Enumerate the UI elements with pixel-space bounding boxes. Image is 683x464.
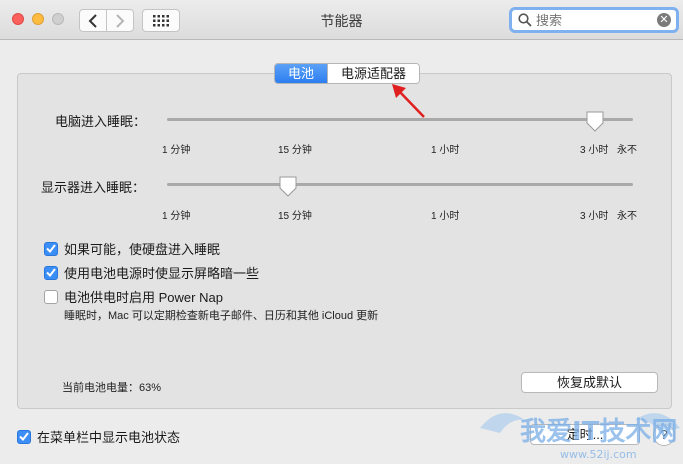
tab-power-adapter[interactable]: 电源适配器: [327, 64, 419, 83]
option-label: 使用电池电源时使显示屏略暗一些: [64, 266, 260, 281]
tick-label: 1 分钟: [162, 211, 191, 222]
option-show-battery-status[interactable]: 在菜单栏中显示电池状态: [17, 427, 180, 446]
tick-label: 1 小时: [431, 211, 460, 222]
search-box[interactable]: ✕: [509, 7, 679, 33]
tick-label: 3 小时: [580, 211, 609, 222]
restore-defaults-button[interactable]: 恢复成默认: [521, 372, 658, 393]
search-input[interactable]: [536, 12, 652, 29]
computer-sleep-label: 电脑进入睡眠：: [55, 114, 147, 129]
option-power-nap[interactable]: 电池供电时启用 Power Nap: [44, 287, 223, 306]
segmented-tabs: 电池 电源适配器: [274, 63, 420, 84]
power-nap-description: 睡眠时，Mac 可以定期检查新电子邮件、日历和其他 iCloud 更新: [64, 310, 379, 322]
tab-battery[interactable]: 电池: [275, 64, 327, 83]
option-label: 电池供电时启用 Power Nap: [64, 290, 223, 305]
annotation-arrow-icon: [392, 84, 425, 118]
option-dim-display[interactable]: 使用电池电源时使显示屏略暗一些: [44, 263, 259, 282]
tick-label: 15 分钟: [278, 211, 312, 222]
checkbox-checked-icon[interactable]: [44, 265, 58, 280]
help-button[interactable]: ?: [653, 424, 675, 446]
checkbox-unchecked-icon[interactable]: [44, 289, 58, 304]
schedule-button[interactable]: 定时...: [530, 424, 640, 445]
display-sleep-label: 显示器进入睡眠：: [41, 180, 146, 195]
tick-label: 3 小时: [580, 145, 609, 156]
tick-label: 1 小时: [431, 145, 460, 156]
battery-level: 当前电池电量：63%: [62, 382, 162, 394]
computer-sleep-slider-thumb[interactable]: [585, 111, 605, 133]
tick-label: 15 分钟: [278, 145, 312, 156]
svg-text:www.52ij.com: www.52ij.com: [560, 448, 637, 461]
option-label: 如果可能，使硬盘进入睡眠: [64, 242, 221, 257]
tick-label: 1 分钟: [162, 145, 191, 156]
checkbox-checked-icon[interactable]: [44, 241, 58, 256]
tick-label: 永不: [617, 211, 637, 222]
checkbox-checked-icon[interactable]: [17, 429, 31, 444]
display-sleep-slider-thumb[interactable]: [278, 176, 298, 198]
option-hard-disk-sleep[interactable]: 如果可能，使硬盘进入睡眠: [44, 239, 220, 258]
tick-label: 永不: [617, 145, 637, 156]
search-icon: [518, 13, 532, 27]
display-sleep-track[interactable]: [167, 183, 633, 186]
clear-search-icon[interactable]: ✕: [657, 13, 671, 27]
toolbar: 节能器 ✕: [0, 0, 683, 40]
option-label: 在菜单栏中显示电池状态: [37, 430, 181, 445]
